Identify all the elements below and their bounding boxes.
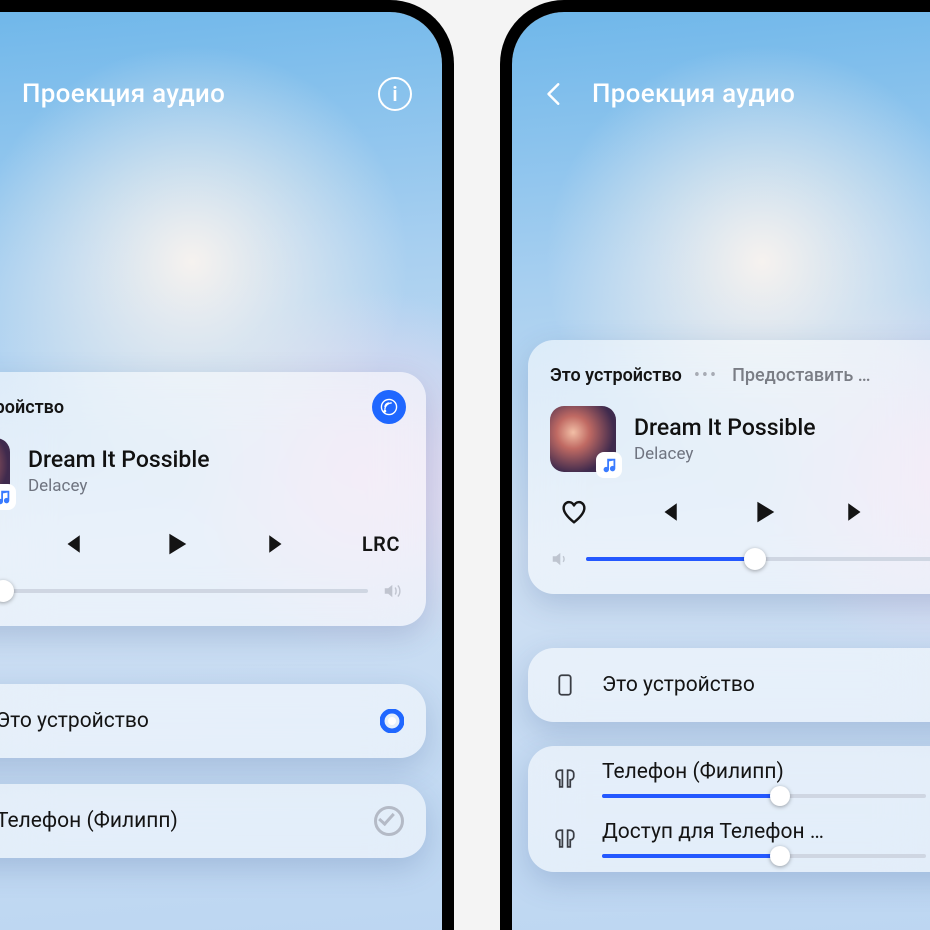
device-this[interactable]: Это устройство [0,684,426,758]
play-icon [160,529,190,559]
play-icon [748,497,778,527]
tab-separator-icon: ••• [688,365,726,386]
slider-thumb[interactable] [0,580,14,602]
previous-button[interactable] [648,492,688,532]
slider-thumb[interactable] [770,786,790,806]
volume-slider[interactable] [0,589,368,593]
music-app-badge [0,484,16,510]
music-note-icon [0,488,12,506]
page-title: Проекция аудио [22,79,225,109]
next-button[interactable] [258,524,298,564]
track-artist: Delacey [634,444,816,464]
next-icon [843,498,871,526]
back-button[interactable] [542,80,570,108]
device-label: Это устройство [602,673,755,697]
back-icon [542,81,568,107]
heart-icon [559,497,589,527]
album-art[interactable] [550,406,616,472]
volume-slider[interactable] [586,557,930,561]
track-title: Dream It Possible [28,446,210,473]
play-button[interactable] [743,492,783,532]
track-artist: Delacey [28,476,210,496]
next-button[interactable] [837,492,877,532]
tab-share[interactable]: Предоставить … [732,365,870,386]
music-note-icon [600,456,618,474]
radio-unselected[interactable] [374,806,404,836]
radio-selected-icon [380,709,404,733]
previous-icon [57,530,85,558]
device-phone[interactable]: Телефон (Филипп) [550,760,930,798]
header: Проекция аудио i [512,70,930,118]
cast-badge[interactable] [372,390,406,424]
info-icon: i [392,82,397,106]
device-share[interactable]: Доступ для Телефон … [550,820,930,858]
volume-low-icon [550,548,572,570]
page-title: Проекция аудио [592,79,795,109]
device-volume-slider[interactable] [602,794,926,798]
player-card: то устройство Dream It Possible Delacey … [0,372,426,626]
device-group: Телефон (Филипп) Доступ для Телефон … [528,746,930,872]
music-app-badge [596,452,622,478]
volume-high-icon [382,580,404,602]
track-title: Dream It Possible [634,414,816,441]
earbuds-icon [550,824,580,854]
previous-icon [654,498,682,526]
cast-icon [378,396,400,418]
phone-left: Проекция аудио i то устройство Dream It … [0,0,454,930]
phone-right: Проекция аудио i Это устройство ••• Пред… [500,0,930,930]
tab-this-device[interactable]: Это устройство [550,365,682,386]
radio-selected[interactable] [380,709,404,733]
device-phone[interactable]: Телефон (Филипп) [0,784,426,858]
device-label: Это устройство [0,709,149,733]
lyrics-button[interactable]: LRC [362,532,400,556]
favorite-button[interactable] [554,492,594,532]
next-icon [264,530,292,558]
previous-button[interactable] [51,524,91,564]
header: Проекция аудио i [0,70,442,118]
device-volume-slider[interactable] [602,854,926,858]
phone-icon [550,670,580,700]
device-label: Доступ для Телефон … [602,820,926,844]
album-art[interactable] [0,438,10,504]
slider-thumb[interactable] [744,548,766,570]
slider-thumb[interactable] [770,846,790,866]
device-label: Телефон (Филипп) [602,760,926,784]
player-card: Это устройство ••• Предоставить … Dream … [528,340,930,594]
earbuds-icon [550,764,580,794]
device-label: Телефон (Филипп) [0,809,178,833]
play-button[interactable] [155,524,195,564]
tab-this-device[interactable]: то устройство [0,397,64,418]
device-this[interactable]: Это устройство [528,648,930,722]
info-button[interactable]: i [378,77,412,111]
